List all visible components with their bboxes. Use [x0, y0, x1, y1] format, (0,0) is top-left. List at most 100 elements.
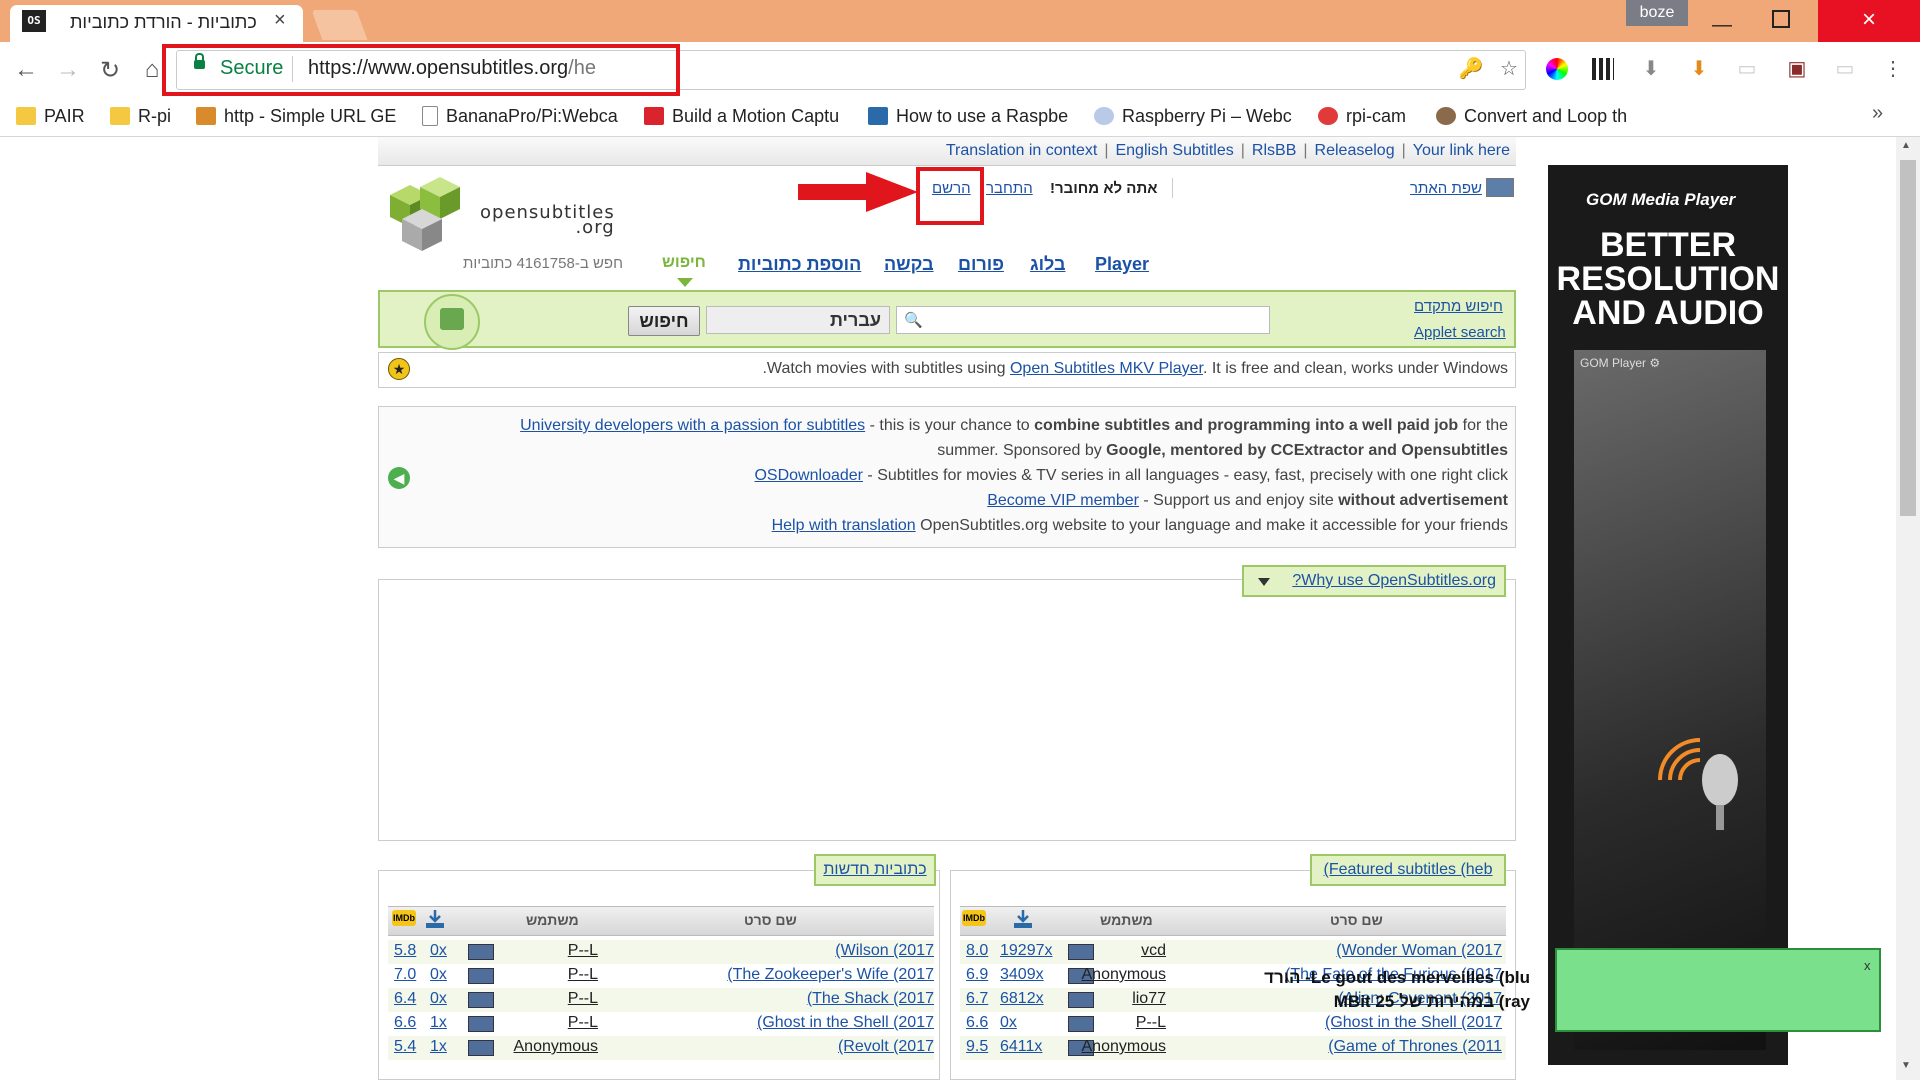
toplink[interactable]: Releaselog	[1315, 142, 1395, 159]
search-input[interactable]	[896, 306, 1270, 334]
briefcase-extension-icon[interactable]: ▣	[1784, 56, 1810, 82]
login-link[interactable]: התחבר	[986, 180, 1033, 197]
download-count-link[interactable]: 19297x	[1000, 942, 1053, 960]
language-select[interactable]: עברית	[706, 306, 890, 334]
mkv-player-link[interactable]: Open Subtitles MKV Player	[1010, 360, 1203, 377]
download-popup[interactable]	[1555, 948, 1881, 1032]
download-count-link[interactable]: 1x	[430, 1038, 447, 1056]
uploader-name: Anonymous	[513, 1038, 599, 1055]
toplink[interactable]: RlsBB	[1252, 142, 1296, 159]
info-text: - Support us and enjoy site	[1138, 492, 1339, 509]
bookmark-label: Raspberry Pi – Webc	[1122, 105, 1292, 126]
uploader-name: Anonymous	[1081, 966, 1167, 983]
flag-icon[interactable]	[1486, 178, 1514, 197]
menu-forum[interactable]: פורום	[958, 254, 1004, 275]
bookmarks-overflow-icon[interactable]: »	[1872, 102, 1883, 125]
search-button[interactable]: חיפוש	[628, 306, 700, 336]
cast-extension-icon[interactable]: ▭	[1734, 56, 1760, 82]
reload-icon[interactable]: ↻	[96, 56, 124, 85]
movie-title-link[interactable]: (The Shack (2017	[807, 990, 934, 1008]
new-subtitles-button[interactable]: כתוביות חדשות	[814, 854, 936, 886]
imdb-icon: IMDb	[392, 910, 416, 926]
menu-kebab-icon[interactable]: ⋮	[1880, 56, 1906, 82]
menu-upload[interactable]: הוספת כתוביות	[738, 254, 861, 275]
download-count-link[interactable]: 0x	[430, 990, 447, 1008]
maximize-icon[interactable]	[1772, 10, 1790, 28]
bookmark-item[interactable]: BananaPro/Pi:Webca	[422, 102, 618, 130]
minimize-icon[interactable]: —	[1712, 14, 1732, 37]
forward-arrow-icon[interactable]: →	[54, 56, 82, 84]
imdb-rating-link[interactable]: 6.7	[966, 990, 988, 1008]
imdb-rating-link[interactable]: 7.0	[394, 966, 416, 984]
downloader-extension-icon[interactable]: ⬇	[1686, 56, 1712, 82]
bookmark-item[interactable]: rpi-cam	[1318, 102, 1406, 130]
vip-link[interactable]: Become VIP member	[987, 492, 1139, 509]
green-arrow-icon: ◀	[388, 467, 410, 489]
plug-extension-icon[interactable]: ▭	[1832, 56, 1858, 82]
scrollbar-thumb[interactable]	[1900, 160, 1916, 516]
toplink[interactable]: English Subtitles	[1115, 142, 1233, 159]
qr-code-extension-icon[interactable]	[1590, 56, 1616, 82]
imdb-rating-link[interactable]: 5.4	[394, 1038, 416, 1056]
translation-link[interactable]: Help with translation	[772, 517, 916, 534]
menu-request[interactable]: בקשה	[884, 254, 934, 275]
bookmark-item[interactable]: Convert and Loop th	[1436, 102, 1627, 130]
logo-text[interactable]: opensubtitles .org	[480, 204, 615, 237]
imdb-rating-link[interactable]: 5.8	[394, 942, 416, 960]
color-wheel-extension-icon[interactable]	[1544, 56, 1570, 82]
bookmark-item[interactable]: Raspberry Pi – Webc	[1094, 102, 1292, 130]
toplink[interactable]: Translation in context	[946, 142, 1097, 159]
download-count-link[interactable]: 0x	[430, 966, 447, 984]
movie-title-link[interactable]: (Ghost in the Shell (2017	[757, 1014, 934, 1032]
scroll-down-icon[interactable]: ▼	[1901, 1060, 1911, 1071]
movie-title-link[interactable]: (Revolt (2017	[838, 1038, 934, 1056]
download-count-link[interactable]: 0x	[430, 942, 447, 960]
bookmark-item[interactable]: PAIR	[16, 102, 85, 130]
site-language-link[interactable]: שפת האתר	[1410, 180, 1482, 197]
back-arrow-icon[interactable]: ←	[12, 56, 40, 84]
profile-badge[interactable]: boze	[1626, 0, 1688, 26]
featured-subtitles-button[interactable]: (Featured subtitles (heb	[1310, 854, 1506, 886]
tab-close-icon[interactable]: ×	[274, 9, 286, 32]
menu-blog[interactable]: בלוג	[1030, 254, 1066, 275]
bookmark-item[interactable]: How to use a Raspbe	[868, 102, 1068, 130]
opensubtitles-logo-icon[interactable]	[380, 175, 470, 253]
bookmark-item[interactable]: R-pi	[110, 102, 171, 130]
active-indicator-icon	[677, 278, 693, 287]
movie-title-link[interactable]: (The Zookeeper's Wife (2017	[727, 966, 934, 984]
bookmark-item[interactable]: Build a Motion Captu	[644, 102, 839, 130]
download-arrow-extension-icon[interactable]: ⬇	[1638, 56, 1664, 82]
why-use-button[interactable]: ?Why use OpenSubtitles.org	[1242, 565, 1506, 597]
download-count-link[interactable]: 3409x	[1000, 966, 1044, 984]
advanced-search-link[interactable]: חיפוש מתקדם	[1414, 298, 1503, 315]
menu-player[interactable]: Player	[1095, 254, 1149, 275]
key-icon[interactable]: 🔑	[1458, 56, 1484, 82]
download-count-link[interactable]: 6411x	[1000, 1038, 1042, 1056]
toplink[interactable]: Your link here	[1413, 142, 1510, 159]
movie-title-link[interactable]: (Game of Thrones (2011	[1328, 1038, 1502, 1056]
applet-search-link[interactable]: Applet search	[1414, 324, 1506, 341]
download-count-link[interactable]: 1x	[430, 1014, 447, 1032]
imdb-rating-link[interactable]: 9.5	[966, 1038, 988, 1056]
movie-title-link[interactable]: (Wilson (2017	[835, 942, 934, 960]
download-count-link[interactable]: 0x	[1000, 1014, 1017, 1032]
triangle-down-icon	[1258, 578, 1270, 586]
imdb-rating-link[interactable]: 6.4	[394, 990, 416, 1008]
bookmark-star-icon[interactable]: ☆	[1496, 56, 1522, 82]
imdb-rating-link[interactable]: 6.6	[394, 1014, 416, 1032]
download-count-link[interactable]: 6812x	[1000, 990, 1044, 1008]
window-close-button[interactable]: ×	[1818, 0, 1920, 42]
movie-title-link[interactable]: (Ghost in the Shell (2017	[1325, 1014, 1502, 1032]
imdb-rating-link[interactable]: 6.9	[966, 966, 988, 984]
imdb-rating-link[interactable]: 6.6	[966, 1014, 988, 1032]
raspberry-icon	[1094, 107, 1114, 125]
bookmark-item[interactable]: http - Simple URL GE	[196, 102, 396, 130]
flag-icon	[1068, 944, 1094, 960]
scroll-up-icon[interactable]: ▲	[1901, 140, 1911, 151]
menu-search-active[interactable]: חיפוש	[662, 254, 706, 272]
movie-title-link[interactable]: (Wonder Woman (2017	[1336, 942, 1502, 960]
osdownloader-link[interactable]: OSDownloader	[754, 467, 863, 484]
popup-close-icon[interactable]: x	[1864, 958, 1871, 973]
imdb-rating-link[interactable]: 8.0	[966, 942, 988, 960]
gsoc-link[interactable]: University developers with a passion for…	[520, 417, 865, 434]
